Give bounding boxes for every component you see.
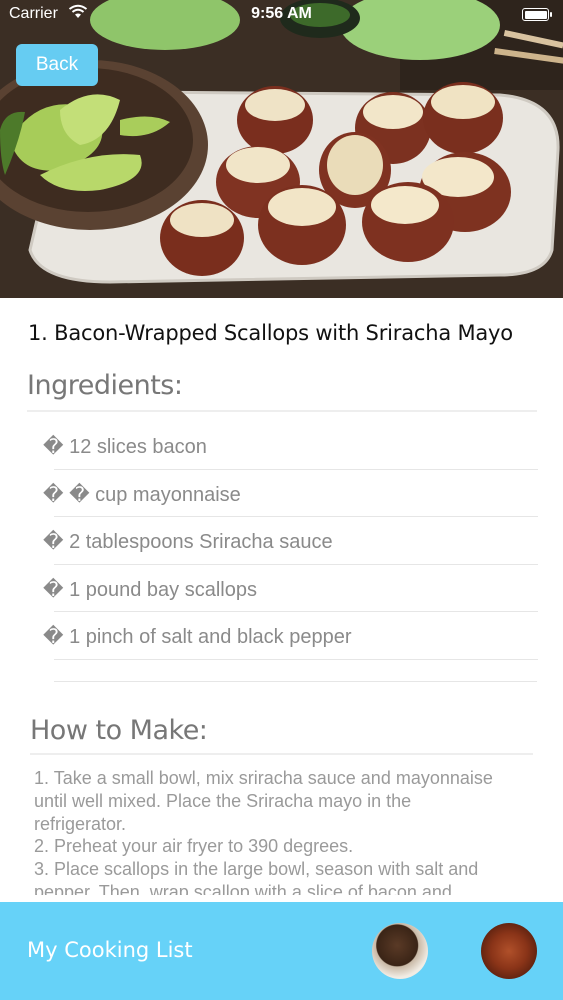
instructions-text[interactable]: 1. Take a small bowl, mix sriracha sauce… <box>34 767 534 895</box>
ingredient-item: � 1 pinch of salt and black pepper <box>28 612 538 660</box>
ingredients-list: � 12 slices bacon � � cup mayonnaise � 2… <box>28 422 538 660</box>
battery-icon <box>522 8 552 21</box>
ingredients-divider <box>27 410 537 412</box>
back-button[interactable]: Back <box>16 44 98 86</box>
ingredient-text: � � cup mayonnaise <box>43 483 241 506</box>
ingredient-item: � 1 pound bay scallops <box>28 565 538 612</box>
instruction-line: 2. Preheat your air fryer to 390 degrees… <box>34 836 354 857</box>
status-bar: Carrier 9:56 AM <box>0 0 563 30</box>
ingredient-text: � 1 pound bay scallops <box>43 578 257 601</box>
instruction-line: 1. Take a small bowl, mix sriracha sauce… <box>34 768 493 788</box>
ingredients-heading: Ingredients: <box>27 370 183 401</box>
status-time: 9:56 AM <box>251 5 312 22</box>
ingredient-item: � 12 slices bacon <box>28 422 538 470</box>
ingredient-text: � 2 tablespoons Sriracha sauce <box>43 531 333 553</box>
cooking-list-bar: My Cooking List <box>0 902 563 1000</box>
instruction-line: pepper. Then, wrap scallop with a slice … <box>34 881 452 895</box>
ingredient-text: � 1 pinch of salt and black pepper <box>43 626 352 648</box>
howto-divider <box>30 753 533 755</box>
cooking-list-thumbnail[interactable] <box>372 923 428 979</box>
instruction-line: 3. Place scallops in the large bowl, sea… <box>34 859 479 880</box>
ingredient-item: � 2 tablespoons Sriracha sauce <box>28 517 538 565</box>
row-divider <box>54 658 538 660</box>
list-end-divider <box>54 681 537 682</box>
cooking-list-thumbnail[interactable] <box>481 923 537 979</box>
cooking-list-label[interactable]: My Cooking List <box>27 938 193 962</box>
howto-heading: How to Make: <box>30 715 208 746</box>
ingredient-item: � � cup mayonnaise <box>28 470 538 517</box>
instruction-line: refrigerator. <box>34 813 127 834</box>
ingredient-text: � 12 slices bacon <box>43 436 207 458</box>
recipe-title: 1. Bacon-Wrapped Scallops with Sriracha … <box>28 321 513 345</box>
instruction-line: until well mixed. Place the Sriracha may… <box>34 790 412 811</box>
